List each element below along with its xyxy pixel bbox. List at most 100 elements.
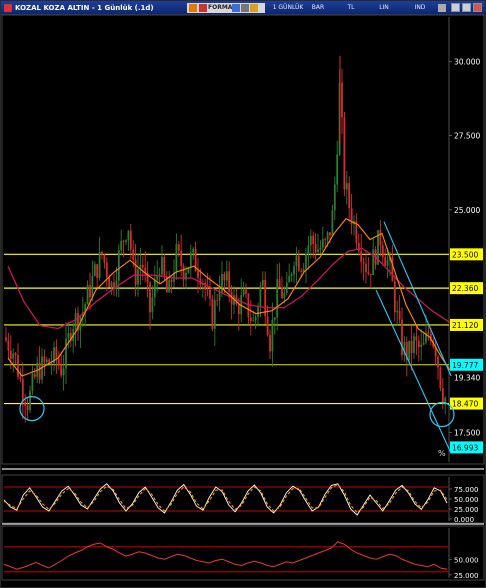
candle-body — [305, 253, 307, 269]
oscillator-tick-label: 25.000 — [454, 506, 479, 514]
candle-body — [326, 232, 329, 240]
candle-body — [276, 279, 279, 318]
candle-body — [331, 210, 334, 236]
candle-body — [264, 279, 267, 317]
candle-body — [74, 313, 77, 330]
candle-body — [348, 183, 351, 209]
side-value-label: 19.340 — [454, 374, 480, 383]
candle-body — [192, 248, 195, 253]
candle-body — [336, 154, 339, 185]
oscillator-tick-label: 50.000 — [454, 496, 479, 504]
candle-body — [261, 279, 264, 286]
candle-body — [290, 274, 293, 277]
candle-body — [21, 379, 24, 402]
candle-body — [125, 240, 127, 242]
chart-area[interactable]: 30.000 27.500 25.000 17.500 23.500 22.360 21.1… — [0, 0, 486, 588]
candle-body — [120, 241, 123, 251]
candle-body — [141, 264, 144, 268]
candle-body — [153, 279, 156, 298]
candle-body — [17, 355, 19, 378]
candle-body — [396, 310, 399, 313]
candle-body — [281, 287, 283, 298]
candle-body — [163, 256, 166, 277]
candle-body — [62, 368, 65, 376]
candle-body — [278, 279, 281, 288]
candle-body — [408, 340, 411, 361]
candle-body — [269, 334, 271, 352]
level-label: 23.500 — [452, 250, 478, 259]
candle-body — [266, 316, 269, 335]
annotation-text: % — [438, 449, 446, 458]
candle-body — [393, 281, 396, 313]
candle-body — [439, 367, 442, 389]
candle-body — [170, 279, 173, 282]
price-tick-label: 25.000 — [454, 206, 480, 215]
candle-body — [307, 245, 310, 254]
candle-body — [189, 252, 192, 268]
level-label: 21.120 — [452, 321, 478, 330]
candle-body — [19, 377, 22, 380]
candle-body — [117, 250, 120, 281]
candle-body — [24, 401, 27, 406]
candle-body — [65, 338, 67, 369]
candle-body — [108, 277, 111, 288]
candle-body — [312, 235, 315, 244]
candle-body — [175, 244, 178, 273]
candle-body — [343, 117, 346, 190]
candle-body — [89, 285, 91, 298]
candle-body — [26, 405, 29, 410]
candle-body — [137, 269, 139, 285]
candle-body — [369, 273, 372, 275]
candle-body — [257, 306, 259, 318]
candle-body — [213, 300, 216, 329]
candle-body — [413, 336, 415, 354]
candle-body — [31, 373, 34, 391]
candle-body — [101, 251, 103, 255]
candle-body — [43, 356, 46, 363]
candle-body — [254, 317, 257, 321]
candle-body — [417, 340, 420, 348]
price-tick-label: 30.000 — [454, 58, 480, 67]
candle-body — [5, 337, 7, 341]
candle-body — [415, 336, 418, 341]
rsi-tick-label: 25.000 — [454, 572, 479, 580]
candle-body — [223, 274, 226, 281]
candle-body — [441, 388, 444, 404]
candle-body — [127, 230, 130, 241]
candle-body — [149, 282, 151, 313]
candle-body — [391, 257, 394, 282]
candle-body — [319, 247, 322, 250]
candle-body — [14, 353, 17, 356]
candle-body — [288, 276, 291, 283]
candle-body — [293, 266, 295, 275]
candle-body — [249, 317, 252, 322]
candle-body — [247, 293, 250, 318]
candle-body — [252, 320, 255, 322]
main-panel — [1, 14, 485, 465]
level-label: 16.993 — [452, 443, 478, 452]
candle-body — [180, 250, 183, 267]
candle-body — [129, 230, 132, 250]
candle-body — [329, 232, 331, 236]
candle-body — [132, 249, 135, 260]
level-label: 18.470 — [452, 400, 478, 409]
candle-body — [57, 359, 60, 366]
candle-body — [93, 264, 96, 276]
candle-body — [384, 257, 387, 266]
candle-body — [259, 285, 262, 307]
candle-body — [38, 362, 41, 380]
candle-body — [103, 254, 106, 263]
candle-body — [110, 282, 113, 288]
candle-body — [50, 363, 53, 364]
candle-body — [161, 256, 163, 275]
candle-body — [357, 242, 360, 252]
candle-body — [29, 390, 31, 410]
candle-body — [151, 297, 154, 313]
candle-body — [437, 356, 439, 368]
candle-body — [372, 249, 375, 275]
candle-body — [225, 271, 228, 281]
candle-body — [9, 350, 12, 359]
candle-body — [295, 256, 298, 267]
candle-body — [122, 241, 125, 242]
rsi-tick-label: 50.000 — [454, 556, 479, 564]
